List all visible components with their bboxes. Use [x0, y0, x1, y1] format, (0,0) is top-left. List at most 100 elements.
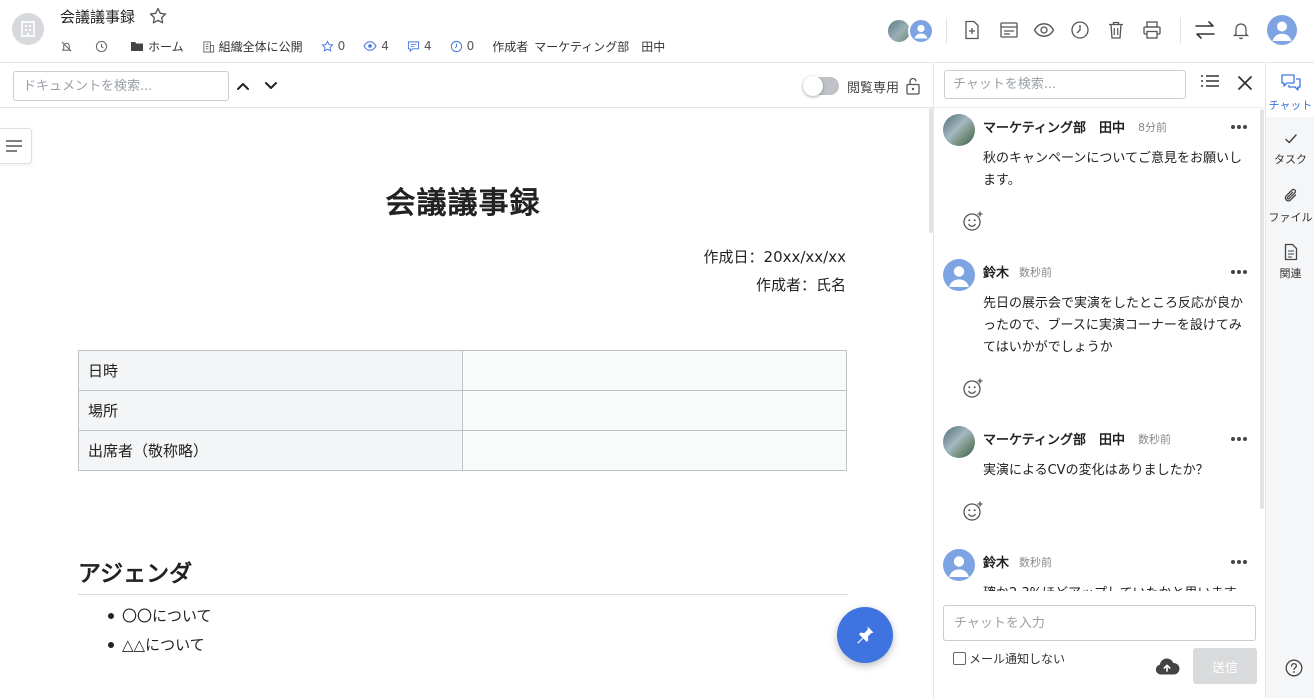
version-history-icon[interactable]: [1069, 19, 1091, 41]
message-author[interactable]: マーケティング部 田中: [983, 117, 1125, 136]
table-row: 日時: [78, 350, 847, 391]
paperclip-icon: [1284, 188, 1296, 202]
author-name[interactable]: マーケティング部 田中: [534, 38, 665, 55]
chat-message-input[interactable]: [943, 605, 1256, 641]
avatar[interactable]: [943, 426, 975, 458]
layout-icon[interactable]: [998, 19, 1020, 41]
print-icon[interactable]: [1141, 19, 1163, 41]
home-folder-link[interactable]: ホーム: [130, 38, 184, 55]
add-reaction-icon[interactable]: [962, 500, 984, 522]
rail-item-label: 関連: [1279, 267, 1302, 280]
preview-eye-icon[interactable]: [1033, 19, 1055, 41]
chat-scrollbar[interactable]: [1260, 109, 1264, 509]
message-time: 数秒前: [1138, 433, 1171, 446]
message-author[interactable]: 鈴木: [983, 552, 1009, 571]
rail-item-label: ファイル: [1268, 211, 1313, 224]
list-item: 〇〇について: [108, 604, 212, 633]
avatar[interactable]: [943, 259, 975, 291]
chat-search-input[interactable]: [944, 70, 1186, 99]
mail-notify-label: メール通知しない: [969, 652, 1066, 666]
home-label: ホーム: [148, 39, 184, 54]
message-text: 秋のキャンペーンについてご意見をお願いします。: [983, 151, 1242, 188]
table-cell-value[interactable]: [462, 430, 847, 471]
avatar[interactable]: [943, 549, 975, 581]
document-title[interactable]: 会議議事録: [60, 6, 135, 27]
notification-off-icon[interactable]: [60, 40, 77, 53]
chevron-up-icon[interactable]: [236, 79, 250, 93]
table-cell-label[interactable]: 場所: [78, 390, 463, 431]
unlock-icon: [906, 77, 920, 95]
more-options-icon[interactable]: [1230, 436, 1248, 442]
rail-item-files[interactable]: ファイル: [1266, 177, 1314, 231]
table-cell-label[interactable]: 出席者（敬称略）: [78, 430, 463, 471]
notification-bell-icon[interactable]: [1230, 19, 1252, 41]
check-icon: [1284, 134, 1297, 144]
new-document-icon[interactable]: [961, 19, 983, 41]
comment-icon: [407, 40, 420, 52]
table-cell-value[interactable]: [462, 390, 847, 431]
table-cell-label[interactable]: 日時: [78, 350, 463, 391]
avatar[interactable]: [943, 114, 975, 146]
toggle-knob: [803, 76, 823, 96]
rail-item-chat[interactable]: チャット: [1266, 63, 1314, 117]
add-reaction-icon[interactable]: [962, 210, 984, 232]
agenda-list: 〇〇について △△について: [108, 604, 212, 662]
eye-icon: [363, 41, 377, 51]
document-icon: [1284, 243, 1297, 261]
pin-icon: [857, 626, 874, 644]
more-options-icon[interactable]: [1230, 269, 1248, 275]
agenda-heading: アジェンダ: [78, 561, 193, 587]
message-author[interactable]: マーケティング部 田中: [983, 429, 1125, 448]
rail-item-related[interactable]: 関連: [1266, 233, 1314, 287]
outline-menu-icon[interactable]: [0, 128, 32, 164]
history-icon[interactable]: [95, 40, 112, 53]
user-avatar[interactable]: [1267, 15, 1297, 45]
visibility-setting[interactable]: 組織全体に公開: [202, 38, 303, 55]
chat-message-list[interactable]: マーケティング部 田中 8分前 秋のキャンペーンについてご意見をお願いします。 …: [934, 107, 1266, 591]
divider: [1180, 18, 1181, 44]
checkbox[interactable]: [953, 652, 966, 665]
pin-button[interactable]: [837, 607, 893, 663]
help-icon[interactable]: [1285, 659, 1303, 677]
switch-arrows-icon[interactable]: [1194, 19, 1216, 41]
document-canvas[interactable]: 会議議事録 作成日：20xx/xx/xx 作成者：氏名 日時 場所 出席者（敬称…: [0, 108, 928, 698]
chevron-down-icon[interactable]: [264, 79, 278, 93]
message-author[interactable]: 鈴木: [983, 262, 1009, 281]
message-time: 数秒前: [1019, 266, 1052, 279]
mail-notify-checkbox[interactable]: メール通知しない: [953, 650, 1065, 667]
more-options-icon[interactable]: [1230, 124, 1248, 130]
chat-icon: [1280, 74, 1301, 91]
rail-item-tasks[interactable]: タスク: [1266, 121, 1314, 175]
table-row: 出席者（敬称略）: [78, 430, 847, 471]
star-outline-icon: [321, 39, 334, 52]
clock-icon: [450, 40, 462, 52]
building-logo-icon[interactable]: [12, 13, 44, 45]
more-options-icon[interactable]: [1230, 559, 1248, 565]
favorite-star-icon[interactable]: [148, 6, 168, 26]
document-author: 作成者：氏名: [755, 276, 846, 294]
view-count[interactable]: 4: [363, 39, 389, 53]
message-text: 実演によるCVの変化はありましたか？: [983, 463, 1209, 478]
table-cell-value[interactable]: [462, 350, 847, 391]
message-text: 先日の展示会で実演をしたところ反応が良かったので、ブースに実演コーナーを設けてみ…: [983, 296, 1244, 355]
close-icon[interactable]: [1236, 74, 1254, 92]
rail-item-label: チャット: [1268, 99, 1313, 112]
list-filter-icon[interactable]: [1200, 74, 1220, 92]
chat-panel: マーケティング部 田中 8分前 秋のキャンペーンについてご意見をお願いします。 …: [933, 63, 1266, 698]
message-time: 8分前: [1138, 121, 1167, 134]
comment-count[interactable]: 4: [407, 39, 432, 53]
send-button[interactable]: 送信: [1193, 648, 1257, 684]
cloud-upload-icon[interactable]: [1154, 657, 1180, 677]
heading-underline: [78, 594, 848, 595]
collaborator-avatars[interactable]: [886, 18, 938, 44]
divider: [946, 18, 947, 44]
history-count[interactable]: 0: [450, 39, 474, 53]
rail-item-label: タスク: [1274, 153, 1307, 166]
document-search-input[interactable]: [13, 71, 229, 101]
trash-icon[interactable]: [1105, 19, 1127, 41]
author-prefix: 作成者: [492, 39, 529, 54]
add-reaction-icon[interactable]: [962, 377, 984, 399]
side-rail: チャット タスク ファイル 関連: [1265, 63, 1314, 698]
readonly-toggle[interactable]: [803, 76, 839, 96]
star-count[interactable]: 0: [321, 39, 345, 53]
